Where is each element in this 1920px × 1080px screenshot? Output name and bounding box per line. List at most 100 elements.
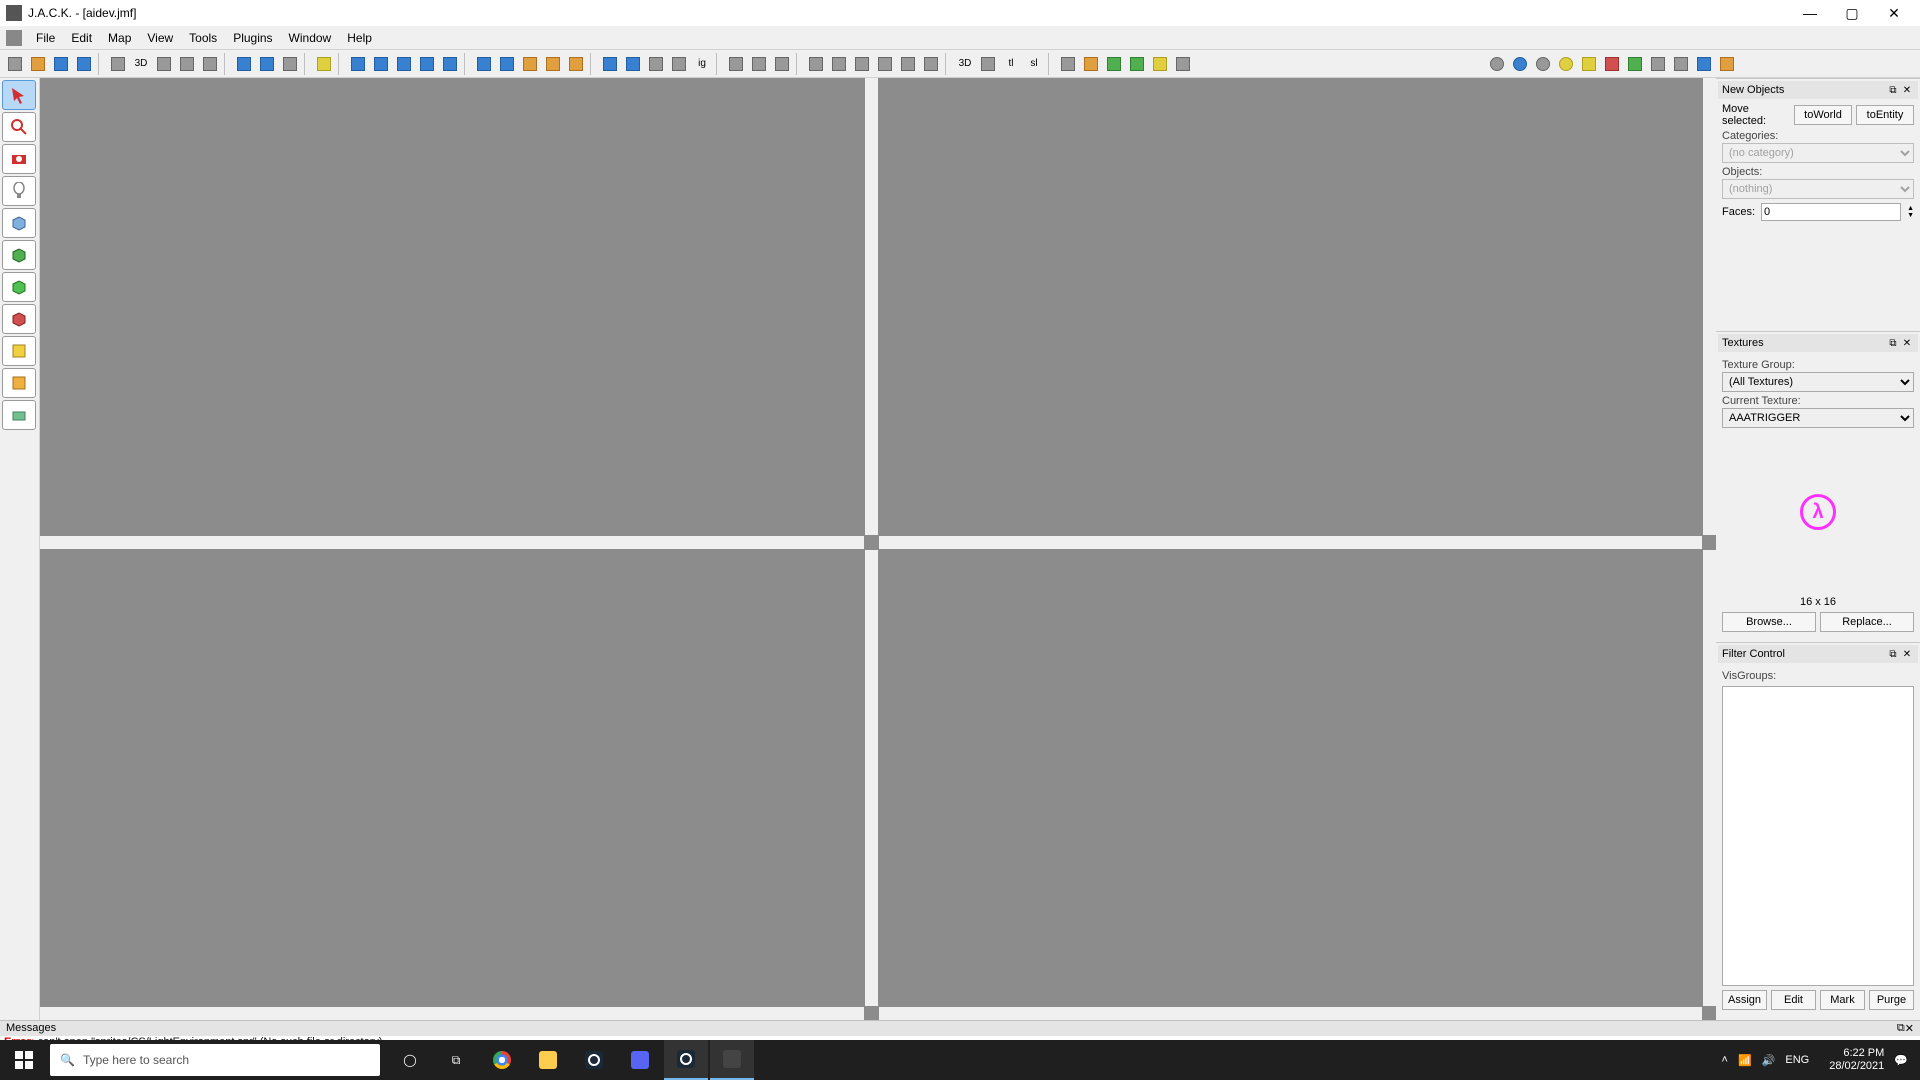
tray-chevron-icon[interactable]: ˄: [1722, 1054, 1728, 1066]
menu-map[interactable]: Map: [100, 28, 139, 48]
tb-snap1-icon[interactable]: [828, 53, 850, 75]
tb-undo-icon[interactable]: [233, 53, 255, 75]
tb-rmode2-icon[interactable]: [1509, 53, 1531, 75]
edit-button[interactable]: Edit: [1771, 990, 1816, 1010]
tb-texture-icon[interactable]: [1080, 53, 1102, 75]
viewport-camera-hscroll[interactable]: [40, 536, 864, 549]
tb-compile-icon[interactable]: [279, 53, 301, 75]
tray-lang[interactable]: ENG: [1785, 1054, 1809, 1066]
tb-cut-icon[interactable]: [725, 53, 747, 75]
objects-select[interactable]: (nothing): [1722, 179, 1914, 199]
tb-cord-icon[interactable]: [805, 53, 827, 75]
tb-snap2-icon[interactable]: [851, 53, 873, 75]
tb-new-icon[interactable]: [4, 53, 26, 75]
tool-texture-app[interactable]: [2, 240, 36, 270]
tb-sel-blue-icon[interactable]: [473, 53, 495, 75]
panel-undock-icon[interactable]: ⧉: [1886, 83, 1900, 97]
system-tray[interactable]: ˄ 📶 🔊 ENG 6:22 PM 28/02/2021 💬: [1710, 1047, 1920, 1073]
tb-snap4-icon[interactable]: [897, 53, 919, 75]
tb-show-icon[interactable]: [668, 53, 690, 75]
maximize-button[interactable]: ▢: [1832, 2, 1872, 24]
tb-sel-orange3-icon[interactable]: [565, 53, 587, 75]
tb-grid-2-icon[interactable]: [199, 53, 221, 75]
tool-apply[interactable]: [2, 272, 36, 302]
tb-r-e-icon[interactable]: [1693, 53, 1715, 75]
tb-r-d-icon[interactable]: [1670, 53, 1692, 75]
tb-hide-icon[interactable]: [645, 53, 667, 75]
tb-sel-orange-icon[interactable]: [519, 53, 541, 75]
tool-vertex[interactable]: [2, 368, 36, 398]
tb-path-icon[interactable]: [1126, 53, 1148, 75]
viewport-side-vscroll[interactable]: [865, 550, 878, 1007]
tb-align-1-icon[interactable]: [393, 53, 415, 75]
tb-flip-v-icon[interactable]: [370, 53, 392, 75]
mark-button[interactable]: Mark: [1820, 990, 1865, 1010]
viewport-camera-vscroll[interactable]: [865, 78, 878, 535]
browse-button[interactable]: Browse...: [1722, 612, 1816, 632]
panel-filter-undock-icon[interactable]: ⧉: [1886, 647, 1900, 661]
viewport-front-hscroll[interactable]: [879, 1007, 1703, 1020]
tb-rmode3-icon[interactable]: [1532, 53, 1554, 75]
tb-tl-icon[interactable]: tl: [1000, 53, 1022, 75]
tb-sel-blue2-icon[interactable]: [496, 53, 518, 75]
tb-r-c-icon[interactable]: [1647, 53, 1669, 75]
tb-snap5-icon[interactable]: [920, 53, 942, 75]
panel-textures-undock-icon[interactable]: ⧉: [1886, 336, 1900, 350]
tb-entity-icon[interactable]: [1103, 53, 1125, 75]
viewport-side-hscroll[interactable]: [40, 1007, 864, 1020]
tb-r-a-icon[interactable]: [1601, 53, 1623, 75]
tool-camera[interactable]: [2, 144, 36, 174]
close-button[interactable]: ✕: [1874, 2, 1914, 24]
faces-input[interactable]: [1761, 203, 1901, 221]
tray-clock[interactable]: 6:22 PM 28/02/2021: [1829, 1047, 1884, 1073]
tb-align-2-icon[interactable]: [416, 53, 438, 75]
texture-group-select[interactable]: (All Textures): [1722, 372, 1914, 392]
panel-filter-close-icon[interactable]: ✕: [1900, 647, 1914, 661]
menu-tools[interactable]: Tools: [181, 28, 225, 48]
tb-carve-icon[interactable]: [313, 53, 335, 75]
viewport-front-vscroll[interactable]: [1703, 550, 1716, 1007]
assign-button[interactable]: Assign: [1722, 990, 1767, 1010]
viewport-top-vscroll[interactable]: [1703, 78, 1716, 535]
menu-view[interactable]: View: [139, 28, 181, 48]
tb-flip-h-icon[interactable]: [347, 53, 369, 75]
task-steam2[interactable]: [664, 1040, 708, 1080]
tb-grid-bigger-icon[interactable]: [176, 53, 198, 75]
tb-3d2-icon[interactable]: 3D: [954, 53, 976, 75]
tb-sl-icon[interactable]: sl: [1023, 53, 1045, 75]
purge-button[interactable]: Purge: [1869, 990, 1914, 1010]
tool-path[interactable]: [2, 400, 36, 430]
tb-light-icon[interactable]: [1578, 53, 1600, 75]
task-jack[interactable]: [710, 1040, 754, 1080]
task-explorer[interactable]: [526, 1040, 570, 1080]
messages-close-icon[interactable]: ✕: [1905, 1022, 1914, 1035]
replace-button[interactable]: Replace...: [1820, 612, 1914, 632]
tb-grid-smaller-icon[interactable]: [153, 53, 175, 75]
visgroups-list[interactable]: [1722, 686, 1914, 986]
tb-run-icon[interactable]: [1172, 53, 1194, 75]
task-steam[interactable]: [572, 1040, 616, 1080]
tb-r-f-icon[interactable]: [1716, 53, 1738, 75]
categories-select[interactable]: (no category): [1722, 143, 1914, 163]
tb-rmode1-icon[interactable]: [1486, 53, 1508, 75]
task-taskview[interactable]: ⧉: [434, 1040, 478, 1080]
to-entity-button[interactable]: toEntity: [1856, 105, 1914, 125]
tb-paste-icon[interactable]: [771, 53, 793, 75]
minimize-button[interactable]: —: [1790, 2, 1830, 24]
current-texture-select[interactable]: AAATRIGGER: [1722, 408, 1914, 428]
menu-help[interactable]: Help: [339, 28, 380, 48]
tb-snap3-icon[interactable]: [874, 53, 896, 75]
tb-r-b-icon[interactable]: [1624, 53, 1646, 75]
task-discord[interactable]: [618, 1040, 662, 1080]
tool-selection[interactable]: [2, 80, 36, 110]
tb-ungroup-icon[interactable]: [622, 53, 644, 75]
task-cortana[interactable]: ◯: [388, 1040, 432, 1080]
tb-model-icon[interactable]: [1149, 53, 1171, 75]
tb-ig-icon[interactable]: ig: [691, 53, 713, 75]
faces-spinner[interactable]: ▲▼: [1907, 205, 1914, 219]
panel-close-icon[interactable]: ✕: [1900, 83, 1914, 97]
tb-redo-icon[interactable]: [256, 53, 278, 75]
tb-sel-orange2-icon[interactable]: [542, 53, 564, 75]
tb-save-all-icon[interactable]: [73, 53, 95, 75]
tray-notifications-icon[interactable]: 💬: [1894, 1054, 1908, 1067]
